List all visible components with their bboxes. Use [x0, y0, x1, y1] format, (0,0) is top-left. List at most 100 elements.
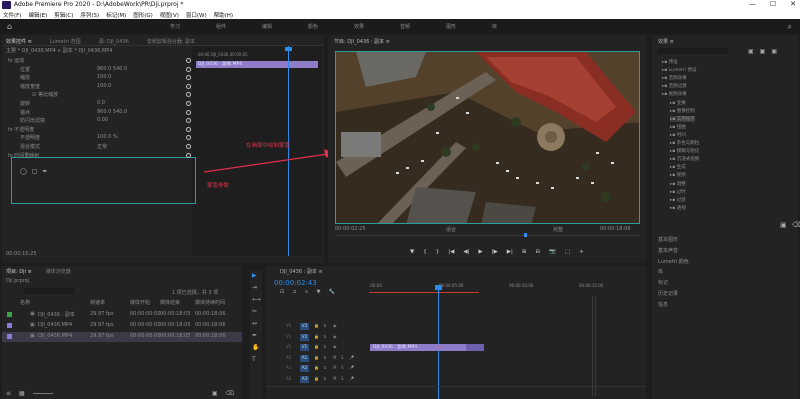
ec-playhead-handle[interactable]	[285, 47, 292, 51]
project-item-name[interactable]: DJI_0436.MP4	[38, 322, 72, 328]
razor-tool-icon[interactable]: ✂	[252, 308, 257, 315]
timeline-tab[interactable]: DJI_0436 : 副本 ≡	[280, 268, 323, 275]
track-target[interactable]: A1	[286, 355, 294, 362]
yuv-effects-icon[interactable]: ▣	[771, 48, 777, 55]
project-row[interactable]: ▣ DJI_0436.MP4 29.97 fps 00:00:00:00 00:00:1…	[2, 321, 242, 331]
ec-tab[interactable]: 效果控件 ≡	[6, 38, 32, 45]
close-button[interactable]: ✕	[790, 0, 796, 8]
ec-row[interactable]: 锚点 960.0 540.0	[2, 109, 192, 117]
ec-row[interactable]: 防闪烁滤镜 0.00	[2, 117, 192, 125]
program-scrubber[interactable]	[335, 235, 640, 236]
reset-icon[interactable]	[186, 126, 191, 132]
ec-tab[interactable]: 源: DJI_0436	[99, 38, 129, 45]
sync-lock-icon[interactable]: ⇅	[323, 355, 326, 360]
track-name[interactable]: A2	[300, 365, 309, 372]
delete-icon[interactable]: ⌫	[792, 221, 800, 229]
toggle-output-icon[interactable]: ◉	[333, 334, 337, 339]
source-line[interactable]: 主要 * DJI_0436.MP4 ∨ 副本 * DJI_0436.MP4	[6, 47, 112, 54]
linked-selection-icon[interactable]: ∞	[304, 289, 308, 295]
side-panel-tab[interactable]: 库	[658, 268, 663, 275]
list-view-icon[interactable]: ≡	[6, 390, 11, 397]
transport-control[interactable]: 📷	[549, 249, 556, 255]
ec-tab[interactable]: Lumetri 范围	[50, 38, 81, 45]
track-select-icon[interactable]: ⇥	[252, 284, 257, 291]
reset-icon[interactable]	[186, 58, 191, 63]
ec-row[interactable]: 缩放 100.0	[2, 74, 192, 82]
effects-tree-item[interactable]: ▸▪ 图像控制	[670, 108, 695, 114]
lock-icon[interactable]: 🔒	[314, 376, 319, 381]
workspace-tab[interactable]: 图形	[446, 23, 492, 30]
menu-item[interactable]: 序列(S)	[80, 11, 99, 19]
workspace-tab[interactable]: 编辑	[262, 23, 308, 30]
pen-tool-icon[interactable]: ✒	[252, 332, 257, 339]
ec-row-value[interactable]: 960.0 540.0	[97, 66, 127, 72]
reset-icon[interactable]	[186, 144, 191, 149]
effects-tree-item[interactable]: ▸▪ 调整	[670, 181, 686, 187]
project-column-header[interactable]: 帧速率	[90, 299, 105, 306]
transport-control[interactable]: ▶|	[507, 249, 513, 255]
lock-icon[interactable]: 🔒	[314, 334, 319, 339]
add-marker-icon[interactable]: ▼	[317, 289, 321, 295]
project-column-header[interactable]: 媒体持续时间	[195, 299, 225, 306]
ec-row[interactable]: 位置 960.0 540.0	[2, 66, 192, 74]
project-tab[interactable]: 媒体浏览器	[46, 268, 71, 275]
timeline-playhead[interactable]	[438, 286, 439, 399]
transport-control[interactable]: |◀	[448, 249, 454, 255]
effects-tree-item[interactable]: ▸▪ 模糊与锐化	[670, 148, 699, 154]
maximize-button[interactable]: ☐	[770, 0, 776, 8]
effects-tree-item[interactable]: ▸▪ 扭曲	[670, 124, 686, 130]
effects-tree-item[interactable]: ▸▪ 音频过渡	[662, 83, 687, 89]
trash-icon[interactable]: ⌫	[226, 390, 234, 397]
sync-lock-icon[interactable]: ⇅	[323, 344, 326, 349]
effects-tree-item[interactable]: ▸▪ 时间	[670, 132, 686, 138]
lock-icon[interactable]: 🔒	[314, 355, 319, 360]
project-column-header[interactable]: 名称	[20, 299, 30, 306]
selection-tool-icon[interactable]: ▶	[252, 272, 257, 279]
transport-control[interactable]: |▶	[492, 249, 498, 255]
side-panel-tab[interactable]: 信息	[658, 301, 668, 308]
timeline-clip-tail[interactable]	[466, 344, 484, 351]
snap-icon[interactable]: ⊐	[292, 289, 296, 295]
effects-tree-item[interactable]: ▸▪ 过时	[670, 189, 686, 195]
wrench-icon[interactable]: 🔧	[328, 289, 334, 295]
program-current-timecode[interactable]: 00:00:02:25	[335, 226, 366, 232]
transport-control[interactable]: ▶	[478, 249, 482, 255]
transport-control[interactable]: ⊞	[522, 249, 527, 255]
mute-icon[interactable]: M	[333, 355, 336, 360]
lock-icon[interactable]: 🔒	[314, 365, 319, 370]
track-name[interactable]: V1	[300, 344, 309, 351]
track-target[interactable]: V1	[286, 344, 294, 351]
side-panel-tab[interactable]: 历史记录	[658, 290, 678, 297]
ellipse-mask-icon[interactable]: ◯	[20, 168, 27, 175]
label-color-swatch[interactable]	[7, 334, 12, 339]
menu-item[interactable]: 剪辑(C)	[54, 11, 73, 19]
ec-row-value[interactable]: 100.0	[97, 74, 111, 80]
transport-control[interactable]: ⬚	[565, 249, 570, 255]
effects-tree-item[interactable]: ▸▪ 变换	[670, 100, 686, 106]
project-row[interactable]: ▣ DJI_0436.MP4 29.97 fps 00:00:00:00 00:00:1…	[2, 332, 242, 342]
timeline-timecode[interactable]: 00:00:02:43	[274, 279, 317, 287]
track-header[interactable]: A1 A1 🔒 ⇅ M S 🎤	[286, 354, 366, 364]
menu-item[interactable]: 文件(F)	[3, 11, 21, 19]
effects-tree-item[interactable]: ▸▪ 实用程序	[670, 115, 695, 122]
transport-control[interactable]: ▼	[410, 249, 414, 255]
menu-item[interactable]: 标记(M)	[106, 11, 126, 19]
ec-row[interactable]: fx 不透明度	[2, 126, 192, 134]
hand-tool-icon[interactable]: ✋	[252, 344, 259, 351]
reset-icon[interactable]	[186, 83, 191, 89]
track-header[interactable]: A1 A2 🔒 ⇅ M S 🎤	[286, 365, 366, 374]
menu-item[interactable]: 图形(G)	[133, 11, 153, 19]
new-bin-icon[interactable]: ▣	[780, 221, 787, 229]
effects-tree-item[interactable]: ▸▪ 预设	[662, 59, 678, 65]
transport-control[interactable]: }	[436, 249, 440, 255]
reset-icon[interactable]	[186, 101, 191, 106]
ec-row-value[interactable]: 100.0 %	[97, 134, 118, 140]
ec-row-value[interactable]: 960.0 540.0	[97, 109, 127, 115]
track-header[interactable]: A1 A3 🔒 ⇅ M S 🎤	[286, 375, 366, 385]
project-search-input[interactable]	[24, 288, 74, 294]
ec-row[interactable]: fx 时间重映射	[2, 152, 192, 160]
ec-row-value[interactable]: 正常	[97, 143, 107, 150]
track-header[interactable]: V1 V2 🔒 ⇅ ◉	[286, 333, 366, 343]
effects-tree-item[interactable]: ▸▪ 沉浸式视频	[670, 156, 699, 162]
side-panel-tab[interactable]: 基本声音	[658, 247, 678, 254]
